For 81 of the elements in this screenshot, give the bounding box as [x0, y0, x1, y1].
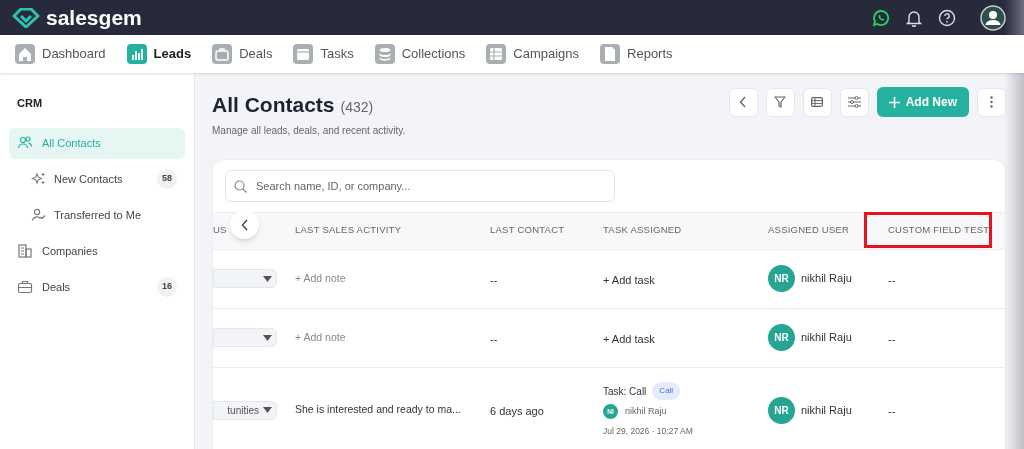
logo-text: salesgem [46, 7, 142, 28]
nav-tab[interactable]: Dashboard [15, 44, 106, 64]
table-view-button[interactable] [802, 87, 832, 117]
page-title: All Contacts [212, 92, 335, 118]
status-dropdown[interactable] [213, 269, 277, 288]
initials-avatar: NR [768, 265, 795, 292]
column-header: LAST SALES ACTIVITY [295, 223, 402, 238]
count-badge: 16 [157, 277, 177, 297]
list-tile-icon [486, 44, 507, 64]
nav-tab[interactable]: Leads [126, 44, 192, 64]
status-dropdown[interactable]: tunities [213, 400, 277, 420]
search-icon [234, 179, 247, 193]
user-check-icon [31, 207, 47, 223]
avatar-icon[interactable] [980, 4, 1006, 31]
help-icon[interactable] [938, 8, 956, 27]
briefcase-icon [17, 279, 33, 295]
column-header: LAST CONTACT [490, 223, 565, 238]
add-task-link[interactable]: + Add task [603, 273, 655, 286]
user-name: nikhil Raju [801, 271, 852, 287]
sparkle-icon [31, 171, 47, 187]
more-icon [990, 96, 993, 108]
add-note-link[interactable]: + Add note [295, 329, 490, 346]
task-date: Jul 29, 2026 · 10:27 AM [603, 425, 694, 438]
column-header: ASSIGNED USER [768, 223, 850, 238]
column-header: US [213, 223, 227, 238]
back-button[interactable] [728, 87, 758, 117]
user-name: nikhil Raju [801, 402, 852, 418]
add-note-link[interactable]: + Add note [295, 270, 490, 287]
contact-count: (432) [340, 98, 374, 117]
task-tag: Call [652, 382, 681, 401]
database-tile-icon [374, 44, 395, 64]
caret-down-icon [263, 334, 272, 341]
task-title: Task: Call [603, 384, 647, 399]
table-icon [811, 97, 824, 107]
briefcase-tile-icon [212, 44, 233, 64]
search-field[interactable]: Search name, ID, or company... [225, 169, 615, 202]
table-cell: -- [888, 332, 896, 345]
table-cell: -- [888, 273, 896, 286]
table-cell: -- [490, 273, 498, 286]
bell-icon[interactable] [906, 8, 922, 27]
bar-chart-tile-icon [126, 44, 147, 64]
table-cell: -- [490, 332, 498, 345]
assignee-name: nikhil Raju [625, 404, 667, 418]
sliders-icon [847, 96, 861, 108]
filter-icon [774, 96, 787, 108]
sidebar-item[interactable]: New Contacts 58 [9, 163, 185, 195]
plus-icon [888, 96, 900, 108]
sidebar-item[interactable]: Companies [9, 235, 185, 267]
calendar-tile-icon [293, 44, 314, 64]
nav-tab[interactable]: Collections [374, 44, 466, 64]
caret-down-icon [263, 275, 272, 282]
users-icon [17, 135, 33, 151]
chevron-left-icon [240, 218, 249, 231]
table-cell-text: She is interested and ready to ma... [295, 402, 462, 418]
document-tile-icon [600, 44, 621, 64]
nav-tab[interactable]: Deals [212, 44, 273, 64]
logo-icon [12, 7, 40, 28]
count-badge: 58 [157, 169, 177, 189]
table-cell: 6 days ago [490, 405, 544, 417]
table-cell: -- [888, 405, 896, 417]
add-task-link[interactable]: + Add task [603, 332, 655, 345]
status-dropdown[interactable] [213, 328, 277, 347]
nav-tab[interactable]: Tasks [293, 44, 354, 64]
filter-button[interactable] [765, 87, 795, 117]
settings-button[interactable] [839, 87, 869, 117]
column-header: TASK ASSIGNED [603, 223, 682, 238]
nav-tab[interactable]: Campaigns [486, 44, 580, 64]
page-subtitle: Manage all leads, deals, and recent activity. [212, 123, 406, 138]
initials-avatar: NR [768, 396, 795, 424]
caret-down-icon [263, 407, 272, 413]
whatsapp-icon[interactable] [872, 8, 890, 27]
initials-avatar: NR [768, 324, 795, 351]
sidebar-heading: CRM [16, 96, 44, 111]
nav-tab[interactable]: Reports [600, 44, 673, 64]
chevron-left-icon [739, 96, 748, 108]
sidebar-item[interactable]: Transferred to Me [9, 199, 185, 231]
building-icon [17, 243, 33, 259]
user-name: nikhil Raju [801, 330, 852, 346]
house-tile-icon [15, 44, 35, 64]
column-header: CUSTOM FIELD TEST [888, 223, 990, 238]
sidebar-item[interactable]: Deals 16 [9, 271, 185, 303]
